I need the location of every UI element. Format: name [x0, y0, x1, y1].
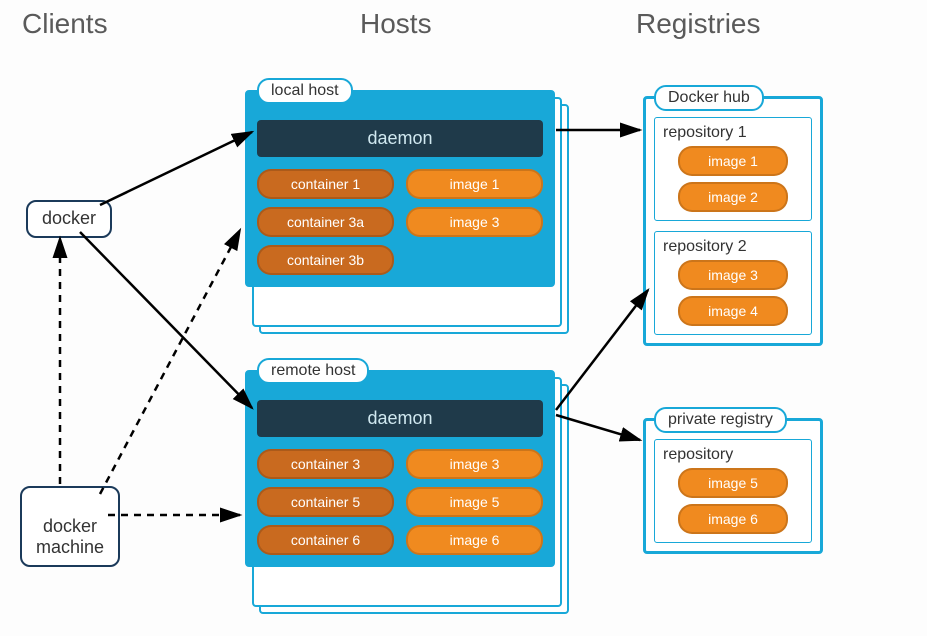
remote-image-5: image 5: [406, 487, 543, 517]
arrow-docker-to-remote: [80, 232, 252, 408]
local-container-3a: container 3a: [257, 207, 394, 237]
docker-hub-repo-2-images: image 3 image 4: [663, 260, 803, 326]
arrow-machine-to-local: [100, 230, 240, 494]
hub-repo2-image-3: image 3: [678, 260, 788, 290]
private-repo-images: image 5 image 6: [663, 468, 803, 534]
client-docker: docker: [26, 200, 112, 238]
local-container-1: container 1: [257, 169, 394, 199]
host-remote-label: remote host: [257, 358, 369, 384]
docker-hub-repo-1-images: image 1 image 2: [663, 146, 803, 212]
remote-container-6: container 6: [257, 525, 394, 555]
host-local-daemon: daemon: [257, 120, 543, 157]
host-local-label: local host: [257, 78, 353, 104]
client-docker-machine: docker machine: [20, 486, 120, 567]
column-header-registries: Registries: [636, 8, 760, 40]
arrow-remote-to-hub: [556, 290, 648, 410]
registry-docker-hub: Docker hub repository 1 image 1 image 2 …: [643, 96, 823, 346]
remote-image-3: image 3: [406, 449, 543, 479]
docker-hub-repo-1: repository 1 image 1 image 2: [654, 117, 812, 221]
registry-private: private registry repository image 5 imag…: [643, 418, 823, 554]
remote-image-6: image 6: [406, 525, 543, 555]
private-image-6: image 6: [678, 504, 788, 534]
docker-hub-repo-2: repository 2 image 3 image 4: [654, 231, 812, 335]
local-image-1: image 1: [406, 169, 543, 199]
local-image-3: image 3: [406, 207, 543, 237]
registry-docker-hub-label: Docker hub: [654, 85, 764, 111]
remote-container-3: container 3: [257, 449, 394, 479]
client-docker-label: docker: [42, 208, 96, 228]
host-remote-grid: container 3 image 3 container 5 image 5 …: [257, 449, 543, 555]
client-docker-machine-label: docker machine: [36, 516, 104, 558]
host-local: local host daemon container 1 image 1 co…: [245, 90, 555, 287]
local-container-3b: container 3b: [257, 245, 394, 275]
hub-repo1-image-2: image 2: [678, 182, 788, 212]
private-repo-title: repository: [663, 446, 803, 464]
hub-repo2-image-4: image 4: [678, 296, 788, 326]
host-local-grid: container 1 image 1 container 3a image 3…: [257, 169, 543, 275]
column-header-hosts: Hosts: [360, 8, 432, 40]
docker-hub-repo-2-title: repository 2: [663, 238, 803, 256]
docker-hub-repo-1-title: repository 1: [663, 124, 803, 142]
hub-repo1-image-1: image 1: [678, 146, 788, 176]
private-image-5: image 5: [678, 468, 788, 498]
registry-private-label: private registry: [654, 407, 787, 433]
host-remote: remote host daemon container 3 image 3 c…: [245, 370, 555, 567]
column-header-clients: Clients: [22, 8, 108, 40]
remote-container-5: container 5: [257, 487, 394, 517]
private-repo: repository image 5 image 6: [654, 439, 812, 543]
host-remote-daemon: daemon: [257, 400, 543, 437]
arrow-docker-to-local: [100, 132, 252, 205]
